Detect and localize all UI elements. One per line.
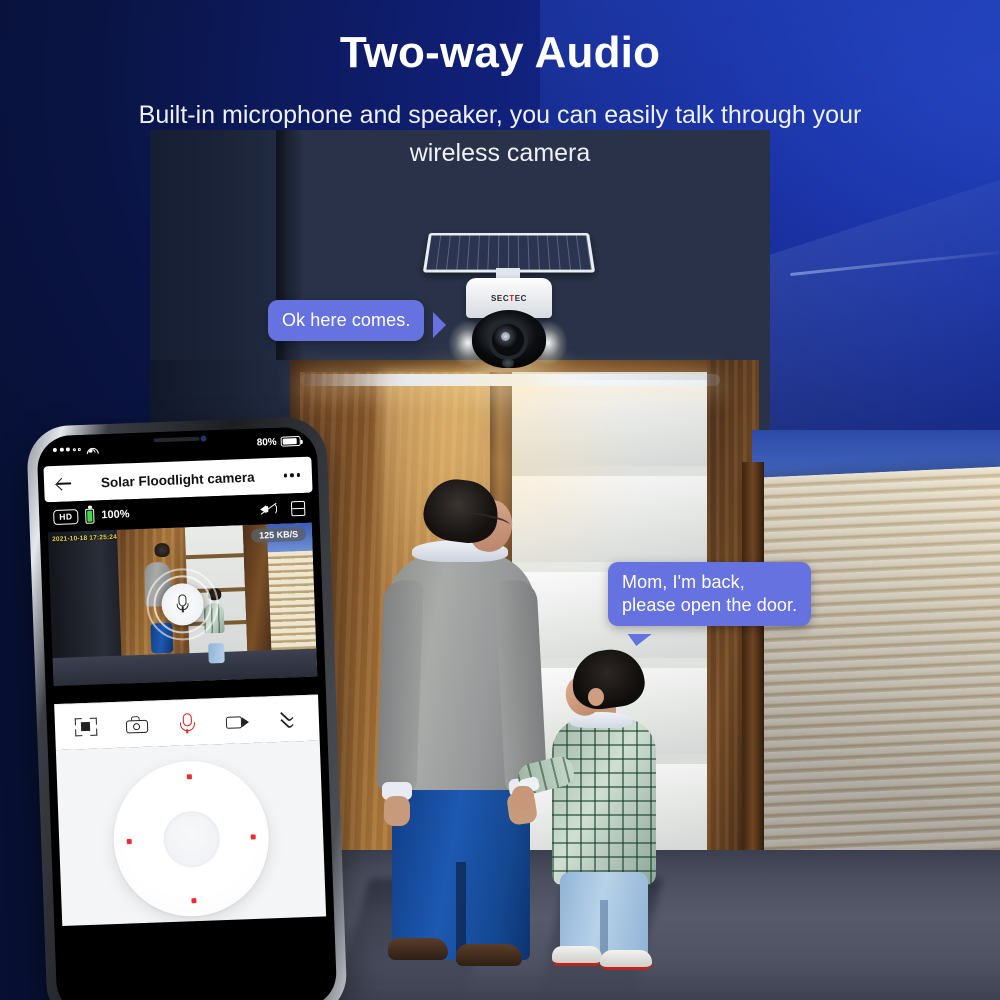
more-chevrons-icon[interactable] bbox=[274, 708, 301, 731]
bitrate-badge: 125 KB/S bbox=[250, 526, 307, 543]
split-layout-icon[interactable] bbox=[290, 500, 306, 516]
boy-speech-bubble: Mom, I'm back, please open the door. bbox=[608, 562, 812, 627]
solar-floodlight-camera: SECTEC bbox=[418, 228, 598, 578]
man-left-arm bbox=[376, 579, 424, 796]
fullscreen-icon[interactable] bbox=[73, 715, 100, 738]
snapshot-icon[interactable] bbox=[123, 713, 150, 736]
man-left-shoe bbox=[388, 938, 448, 960]
boy-plaid-shirt bbox=[552, 718, 656, 886]
notch-speaker bbox=[153, 436, 200, 443]
man-left-hand bbox=[384, 796, 410, 826]
boy-ear bbox=[588, 688, 604, 706]
ptz-down-dot[interactable] bbox=[190, 898, 197, 904]
ptz-left-dot[interactable] bbox=[126, 838, 132, 844]
battery-icon bbox=[280, 435, 301, 447]
door-top-lightbar bbox=[300, 374, 720, 386]
camera-lens bbox=[492, 324, 524, 356]
status-bar-left bbox=[52, 443, 102, 463]
notch-front-camera-icon bbox=[200, 435, 207, 442]
man-right-shoe bbox=[456, 944, 522, 966]
signal-dots-icon bbox=[52, 447, 81, 453]
device-battery-icon bbox=[85, 508, 95, 524]
back-icon[interactable] bbox=[56, 475, 73, 492]
ptz-right-dot[interactable] bbox=[250, 833, 256, 840]
app-page-title: Solar Floodlight camera bbox=[100, 469, 255, 490]
page-title: Two-way Audio bbox=[339, 28, 661, 77]
page-subtitle: Built-in microphone and speaker, you can… bbox=[138, 101, 862, 167]
record-icon[interactable] bbox=[224, 709, 251, 732]
boy-right-shoe bbox=[600, 950, 652, 970]
ptz-direction-pad[interactable] bbox=[110, 758, 272, 920]
microphone-icon[interactable] bbox=[174, 711, 201, 734]
ptz-control-area bbox=[55, 740, 327, 927]
microphone-icon bbox=[176, 594, 189, 614]
slat-fence-shading bbox=[752, 466, 1000, 908]
camera-speech-bubble: Ok here comes. bbox=[268, 300, 447, 342]
ptz-up-dot[interactable] bbox=[186, 774, 192, 780]
boy-left-shoe bbox=[552, 946, 602, 966]
status-bar-right: 80% bbox=[257, 435, 301, 448]
stream-info-left: HD 100% bbox=[53, 507, 130, 525]
phone-screen: 80% Solar Floodlight camera HD 100% 2021… bbox=[36, 426, 338, 1000]
live-video-feed[interactable]: 2021-10-18 17:25:24 125 KB/S bbox=[47, 522, 318, 687]
phone-mockup: 80% Solar Floodlight camera HD 100% 2021… bbox=[26, 416, 348, 1000]
more-options-icon[interactable] bbox=[283, 473, 301, 478]
quality-badge[interactable]: HD bbox=[53, 508, 79, 525]
wifi-icon bbox=[84, 443, 102, 463]
ptz-center-button[interactable] bbox=[162, 809, 221, 868]
fence-post bbox=[742, 462, 764, 912]
battery-percent-label: 80% bbox=[256, 436, 277, 449]
device-battery-label: 100% bbox=[101, 508, 130, 522]
stream-info-right bbox=[260, 500, 306, 517]
camera-ir-sensor bbox=[502, 358, 514, 368]
promo-banner: SECTEC Ok here comes. Mom, I'm back, ple… bbox=[0, 0, 1000, 1000]
speaker-mute-icon[interactable] bbox=[260, 502, 278, 517]
camera-brand-logo: SECTEC bbox=[490, 294, 528, 303]
boy-hand bbox=[512, 786, 534, 810]
solar-panel bbox=[422, 232, 596, 273]
